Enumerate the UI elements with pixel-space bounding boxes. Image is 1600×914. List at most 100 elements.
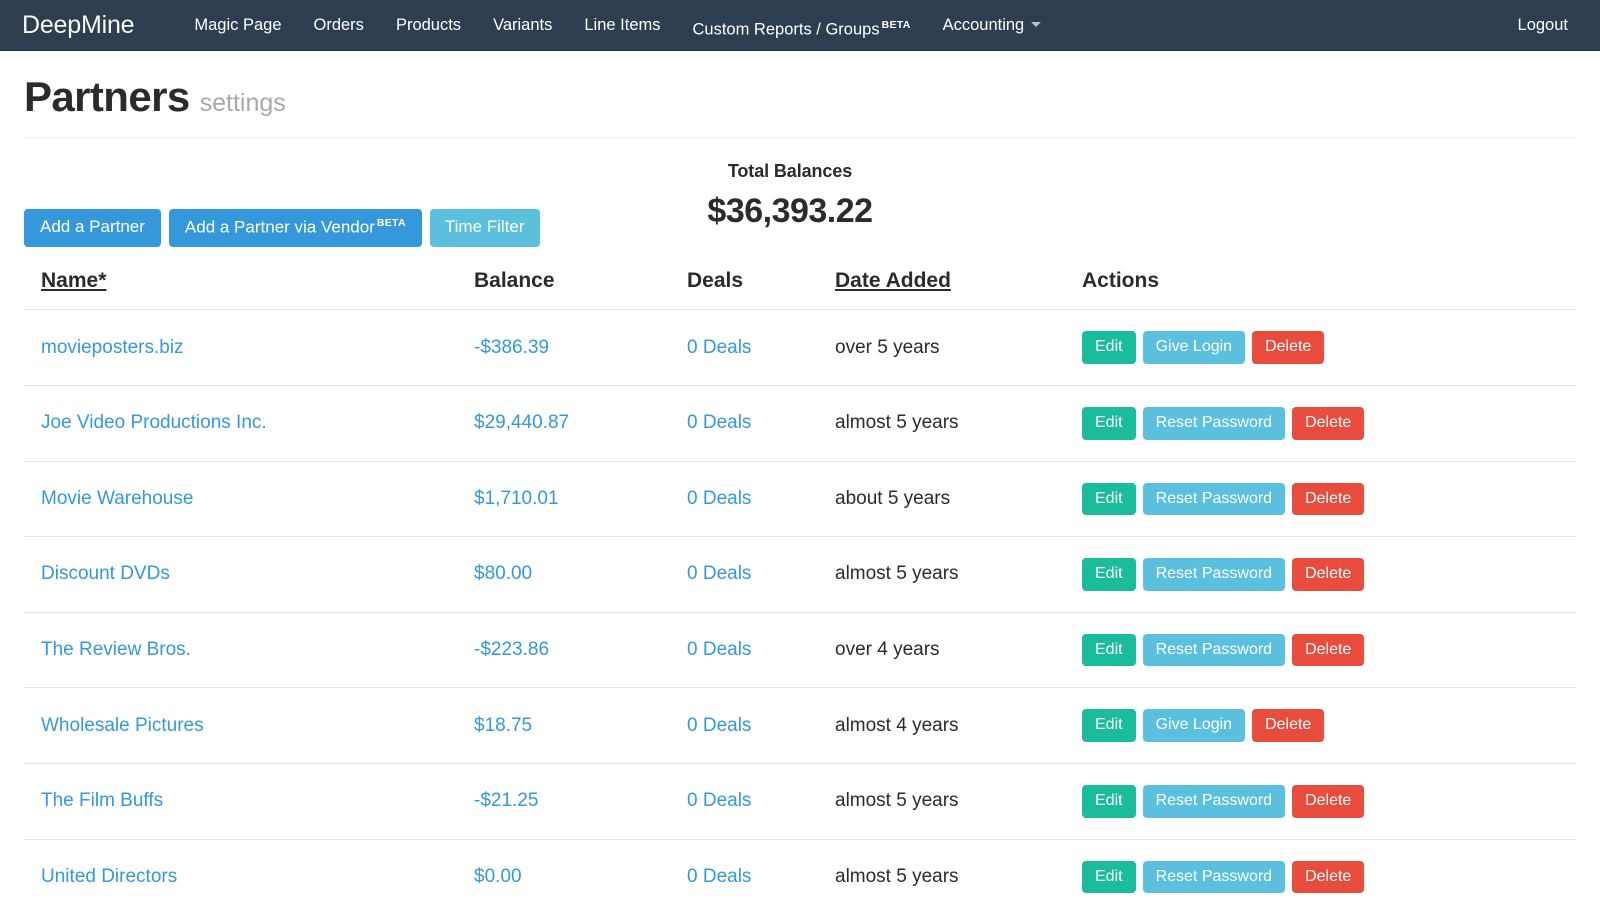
add-a-partner-button[interactable]: Add a Partner — [24, 209, 161, 247]
partner-deals-link[interactable]: 0 Deals — [687, 790, 751, 811]
nav-link-products[interactable]: Products — [380, 0, 477, 51]
add-a-partner-via-vendor-button[interactable]: Add a Partner via VendorBETA — [169, 209, 422, 247]
give-login-button[interactable]: Give Login — [1143, 709, 1246, 742]
column-header-label[interactable]: Date Added — [835, 269, 951, 292]
partner-balance-link[interactable]: $80.00 — [474, 563, 532, 584]
table-row: movieposters.biz-$386.390 Dealsover 5 ye… — [24, 310, 1576, 386]
column-header-label: Balance — [474, 269, 555, 292]
edit-button[interactable]: Edit — [1082, 634, 1136, 667]
nav-link-label: Custom Reports / Groups — [693, 20, 880, 38]
partner-deals-link[interactable]: 0 Deals — [687, 866, 751, 887]
cell-date_added: almost 5 years — [818, 763, 1065, 839]
action-button-group: EditReset Password Delete — [1082, 861, 1576, 894]
column-header-actions: Actions — [1065, 269, 1576, 310]
table-header-row: Name* Balance Deals Date Added Actions — [24, 269, 1576, 310]
edit-button[interactable]: Edit — [1082, 331, 1136, 364]
delete-button[interactable]: Delete — [1292, 483, 1364, 516]
reset-password-button-label: Reset Password — [1156, 792, 1273, 809]
partner-balance-link[interactable]: -$21.25 — [474, 790, 538, 811]
partner-date-added: almost 5 years — [835, 412, 959, 433]
edit-button[interactable]: Edit — [1082, 558, 1136, 591]
cell-actions: Edit Reset PasswordDelete — [1065, 385, 1576, 461]
nav-link-custom-reports-groups[interactable]: Custom Reports / GroupsBETA — [677, 0, 927, 51]
partner-balance-link[interactable]: $0.00 — [474, 866, 522, 887]
cell-date_added: almost 5 years — [818, 385, 1065, 461]
partner-name-link[interactable]: Movie Warehouse — [41, 488, 193, 509]
partner-name-link[interactable]: The Review Bros. — [41, 639, 191, 660]
cell-date_added: almost 5 years — [818, 537, 1065, 613]
give-login-button[interactable]: Give Login — [1143, 331, 1246, 364]
cell-date_added: almost 5 years — [818, 839, 1065, 914]
cell-balance: $0.00 — [457, 839, 670, 914]
partner-name-link[interactable]: The Film Buffs — [41, 790, 163, 811]
partner-deals-link[interactable]: 0 Deals — [687, 639, 751, 660]
give-login-button-label: Give Login — [1156, 716, 1233, 733]
edit-button[interactable]: Edit — [1082, 785, 1136, 818]
delete-button[interactable]: Delete — [1292, 558, 1364, 591]
partner-deals-link[interactable]: 0 Deals — [687, 715, 751, 736]
cell-balance: $1,710.01 — [457, 461, 670, 537]
delete-button[interactable]: Delete — [1292, 634, 1364, 667]
cell-deals: 0 Deals — [670, 839, 818, 914]
edit-button[interactable]: Edit — [1082, 861, 1136, 894]
action-button-group: Edit Reset PasswordDelete — [1082, 407, 1576, 440]
partner-deals-link[interactable]: 0 Deals — [687, 488, 751, 509]
delete-button[interactable]: Delete — [1292, 861, 1364, 894]
partner-name-link[interactable]: United Directors — [41, 866, 177, 887]
cell-name: Discount DVDs — [24, 537, 457, 613]
action-button-group: EditGive Login Delete — [1082, 331, 1576, 364]
partner-name-link[interactable]: Joe Video Productions Inc. — [41, 412, 267, 433]
reset-password-button[interactable]: Reset Password — [1143, 483, 1286, 516]
edit-button[interactable]: Edit — [1082, 709, 1136, 742]
reset-password-button[interactable]: Reset Password — [1143, 785, 1286, 818]
time-filter-button[interactable]: Time Filter — [430, 209, 540, 247]
time-filter-label: Time Filter — [445, 217, 525, 236]
partner-deals-link[interactable]: 0 Deals — [687, 337, 751, 358]
nav-link-accounting[interactable]: Accounting — [927, 0, 1058, 51]
nav-link-variants[interactable]: Variants — [477, 0, 568, 51]
partner-balance-link[interactable]: $1,710.01 — [474, 488, 559, 509]
delete-button-label: Delete — [1265, 338, 1311, 355]
action-button-group: Edit Give Login Delete — [1082, 709, 1576, 742]
nav-link-orders[interactable]: Orders — [298, 0, 380, 51]
partner-balance-link[interactable]: $29,440.87 — [474, 412, 569, 433]
cell-name: movieposters.biz — [24, 310, 457, 386]
partner-deals-link[interactable]: 0 Deals — [687, 412, 751, 433]
column-header-label: Deals — [687, 269, 743, 292]
column-header-label[interactable]: Name* — [41, 269, 106, 292]
partner-balance-link[interactable]: -$386.39 — [474, 337, 549, 358]
reset-password-button[interactable]: Reset Password — [1143, 407, 1286, 440]
partner-name-link[interactable]: Discount DVDs — [41, 563, 170, 584]
edit-button[interactable]: Edit — [1082, 407, 1136, 440]
edit-button-label: Edit — [1095, 490, 1123, 507]
partner-name-link[interactable]: Wholesale Pictures — [41, 715, 204, 736]
edit-button[interactable]: Edit — [1082, 483, 1136, 516]
logout-link[interactable]: Logout — [1510, 0, 1576, 51]
brand-logo[interactable]: DeepMine — [22, 0, 134, 51]
delete-button[interactable]: Delete — [1292, 785, 1364, 818]
partner-balance-link[interactable]: -$223.86 — [474, 639, 549, 660]
partners-table-body: movieposters.biz-$386.390 Dealsover 5 ye… — [24, 310, 1576, 914]
cell-balance: $80.00 — [457, 537, 670, 613]
reset-password-button[interactable]: Reset Password — [1143, 861, 1286, 894]
partner-deals-link[interactable]: 0 Deals — [687, 563, 751, 584]
partner-name-link[interactable]: movieposters.biz — [41, 337, 184, 358]
delete-button[interactable]: Delete — [1252, 331, 1324, 364]
beta-badge: BETA — [882, 19, 911, 31]
edit-button-label: Edit — [1095, 414, 1123, 431]
delete-button-label: Delete — [1305, 868, 1351, 885]
cell-actions: Edit Give Login Delete — [1065, 688, 1576, 764]
cell-balance: $18.75 — [457, 688, 670, 764]
partner-balance-link[interactable]: $18.75 — [474, 715, 532, 736]
delete-button[interactable]: Delete — [1252, 709, 1324, 742]
nav-link-line-items[interactable]: Line Items — [568, 0, 676, 51]
reset-password-button[interactable]: Reset Password — [1143, 558, 1286, 591]
beta-badge: BETA — [377, 217, 406, 229]
reset-password-button-label: Reset Password — [1156, 565, 1273, 582]
column-header-name[interactable]: Name* — [24, 269, 457, 310]
nav-link-magic-page[interactable]: Magic Page — [178, 0, 297, 51]
edit-button-label: Edit — [1095, 641, 1123, 658]
delete-button[interactable]: Delete — [1292, 407, 1364, 440]
reset-password-button[interactable]: Reset Password — [1143, 634, 1286, 667]
column-header-date-added[interactable]: Date Added — [818, 269, 1065, 310]
